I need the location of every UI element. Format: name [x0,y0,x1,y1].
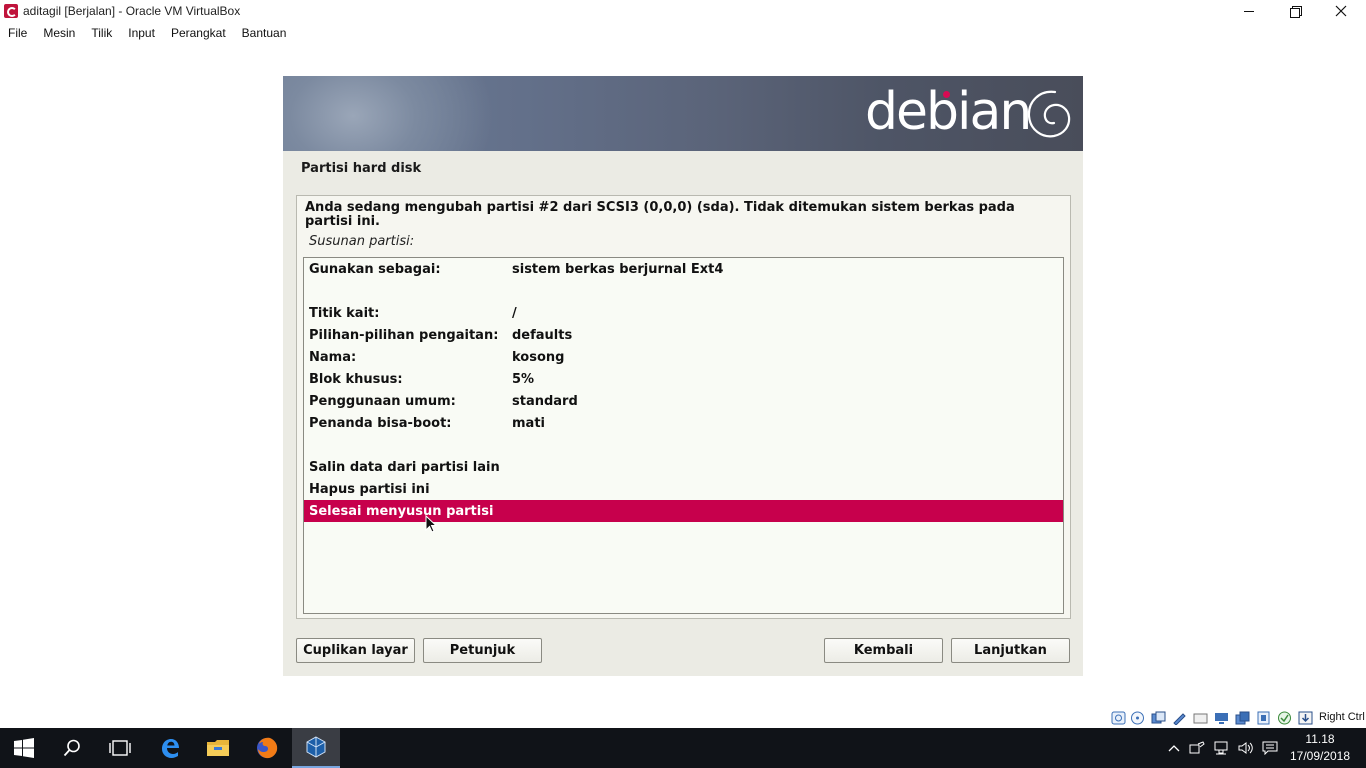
close-button[interactable] [1318,0,1364,22]
debian-logo-dot [943,91,950,98]
usb-icon[interactable] [1193,711,1208,725]
restore-button[interactable] [1272,0,1318,22]
video-capture-icon[interactable] [1256,711,1271,725]
task-view-button[interactable] [96,728,144,768]
window-titlebar: aditagil [Berjalan] - Oracle VM VirtualB… [0,0,1366,22]
setting-key: Penggunaan umum: [309,394,456,409]
taskbar-edge[interactable] [146,728,194,768]
vbox-status-bar: Right Ctrl [1108,708,1366,728]
setting-value: kosong [512,350,565,365]
list-item-delete-partition[interactable]: Hapus partisi ini [304,478,1063,500]
clock-time: 11.18 [1305,732,1335,746]
keyboard-capture-icon[interactable] [1298,711,1313,725]
debian-swirl-icon [1027,90,1071,138]
search-button[interactable] [48,728,96,768]
tray-tablet-icon[interactable] [1188,728,1206,768]
setting-key: Gunakan sebagai: [309,262,441,277]
screenshot-button[interactable]: Cuplikan layar [296,638,415,663]
menu-perangkat[interactable]: Perangkat [171,26,226,40]
debian-installer: debian Partisi hard disk Anda sedang men… [283,76,1083,676]
setting-value: 5% [512,372,535,387]
close-icon [1335,5,1347,17]
list-item-copy-data[interactable]: Salin data dari partisi lain [304,456,1063,478]
setting-value: defaults [512,328,573,343]
list-item-done-setting-up[interactable]: Selesai menyusun partisi [304,500,1063,522]
taskbar-clock[interactable]: 11.18 17/09/2018 [1282,731,1358,765]
taskbar-virtualbox[interactable] [292,728,340,768]
setting-key: Blok khusus: [309,372,403,387]
setting-key: Titik kait: [309,306,380,321]
action-center-icon [1262,741,1278,755]
menu-mesin[interactable]: Mesin [43,26,75,40]
start-button[interactable] [0,728,48,768]
minimize-button[interactable] [1226,0,1272,22]
audio-icon[interactable] [1151,711,1166,725]
virtualbox-icon [306,736,326,758]
window-title: aditagil [Berjalan] - Oracle VM VirtualB… [23,4,241,18]
tray-network[interactable] [1212,728,1232,768]
host-key-label: Right Ctrl [1319,711,1365,723]
partition-settings-list[interactable]: Gunakan sebagai: sistem berkas berjurnal… [303,257,1064,614]
menu-bantuan[interactable]: Bantuan [242,26,287,40]
setting-key: Nama: [309,350,357,365]
content-panel: Anda sedang mengubah partisi #2 dari SCS… [296,195,1071,619]
edge-icon [162,739,179,758]
chevron-up-icon [1168,745,1180,752]
page-title: Partisi hard disk [301,161,422,176]
list-item-mount-options[interactable]: Pilihan-pilihan pengaitan: defaults [304,324,1063,346]
speaker-icon [1238,742,1253,754]
hard-disk-icon[interactable] [1111,711,1126,725]
tray-volume[interactable] [1236,728,1256,768]
shared-folders-icon[interactable] [1214,711,1229,725]
search-icon [63,739,80,757]
debian-banner: debian [283,76,1083,151]
partition-description: Anda sedang mengubah partisi #2 dari SCS… [305,200,1015,229]
mouse-pointer-icon [425,515,437,533]
optical-drive-icon[interactable] [1130,711,1145,725]
menu-file[interactable]: File [8,26,27,40]
setting-value: sistem berkas berjurnal Ext4 [512,262,724,277]
pen-tablet-icon [1189,741,1205,754]
list-item-use-as[interactable]: Gunakan sebagai: sistem berkas berjurnal… [304,258,1063,280]
list-item-label[interactable]: Nama: kosong [304,346,1063,368]
action-label: Hapus partisi ini [309,482,430,497]
setting-key: Penanda bisa-boot: [309,416,452,431]
task-view-icon [109,740,131,756]
layout-label: Susunan partisi: [309,234,415,249]
continue-button[interactable]: Lanjutkan [951,638,1070,663]
virtualization-icon[interactable] [1277,711,1292,725]
restore-icon [1290,6,1302,18]
network-icon[interactable] [1172,711,1187,725]
list-item-mount-point[interactable]: Titik kait: / [304,302,1063,324]
menu-input[interactable]: Input [128,26,155,40]
clock-date: 17/09/2018 [1289,749,1351,763]
setting-value: mati [512,416,545,431]
back-button[interactable]: Kembali [824,638,943,663]
setting-key: Pilihan-pilihan pengaitan: [309,328,499,343]
virtualbox-app-icon [4,4,18,18]
taskbar-file-explorer[interactable] [194,728,242,768]
windows-start-icon [14,738,34,758]
firefox-icon [257,737,278,759]
windows-taskbar: 11.18 17/09/2018 [0,728,1366,768]
menu-bar: File Mesin Tilik Input Perangkat Bantuan [0,22,1366,44]
help-button[interactable]: Petunjuk [423,638,542,663]
tray-overflow-button[interactable] [1166,728,1182,768]
action-label: Selesai menyusun partisi [309,504,494,519]
setting-value: / [512,306,517,321]
minimize-icon [1244,10,1254,12]
setting-value: standard [512,394,578,409]
list-item-bootable-flag[interactable]: Penanda bisa-boot: mati [304,412,1063,434]
action-label: Salin data dari partisi lain [309,460,500,475]
file-explorer-icon [207,740,229,756]
display-icon[interactable] [1235,711,1250,725]
list-item-reserved-blocks[interactable]: Blok khusus: 5% [304,368,1063,390]
tray-notifications[interactable] [1260,728,1280,768]
taskbar-firefox[interactable] [243,728,291,768]
menu-tilik[interactable]: Tilik [91,26,112,40]
list-item-typical-usage[interactable]: Penggunaan umum: standard [304,390,1063,412]
network-status-icon [1214,741,1228,755]
